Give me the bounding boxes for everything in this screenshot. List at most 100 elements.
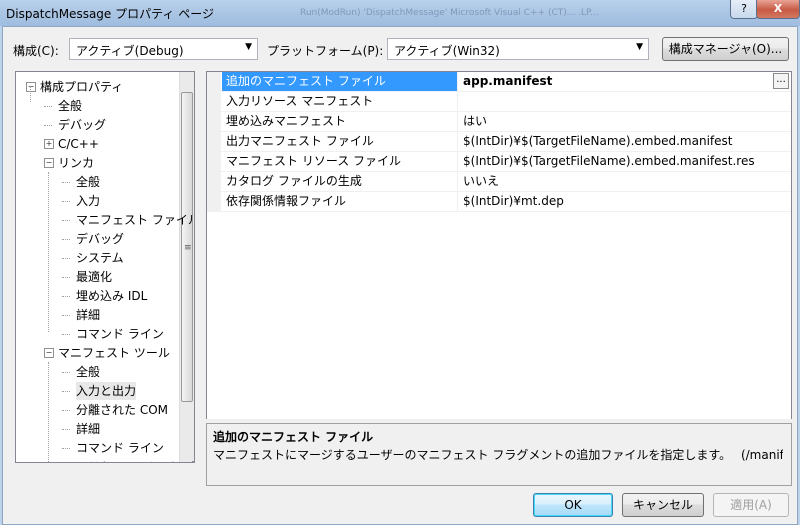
ok-button[interactable]: OK xyxy=(533,493,613,517)
tree-item[interactable]: − マニフェスト ツール xyxy=(16,344,181,362)
property-name[interactable]: 依存関係情報ファイル xyxy=(222,192,458,211)
browse-button[interactable]: ... xyxy=(773,73,789,89)
property-row[interactable]: 追加のマニフェスト ファイル app.manifest... xyxy=(207,72,791,92)
property-value[interactable]: いいえ xyxy=(459,172,769,191)
tree-item-label: 詳細 xyxy=(76,422,101,436)
tree-scrollbar[interactable]: ≡ xyxy=(179,72,194,462)
tree-item[interactable]: 入力 xyxy=(16,192,181,210)
property-value[interactable]: $(IntDir)¥$(TargetFileName).embed.manife… xyxy=(459,132,769,151)
tree-connector xyxy=(62,334,70,335)
tree-connector xyxy=(44,125,52,126)
tree-item[interactable]: − リンカ xyxy=(16,154,181,172)
row-gutter xyxy=(207,152,221,171)
tree-connector xyxy=(62,372,70,373)
property-name[interactable]: マニフェスト リソース ファイル xyxy=(222,152,458,171)
cancel-button[interactable]: キャンセル xyxy=(622,493,704,517)
row-gutter xyxy=(207,72,221,91)
tree-connector xyxy=(48,362,49,462)
property-grid: 追加のマニフェスト ファイル app.manifest... 入力リソース マニフェ… xyxy=(206,71,792,443)
property-row[interactable]: 入力リソース マニフェスト xyxy=(207,92,791,112)
tree-item-label: システム xyxy=(76,251,124,265)
property-dialog: 構成(C): アクティブ(Debug) ▼ プラットフォーム(P): アクティブ… xyxy=(2,26,798,525)
property-name[interactable]: カタログ ファイルの生成 xyxy=(222,172,458,191)
tree-item[interactable]: コマンド ライン xyxy=(16,439,181,457)
tree-item-label: マニフェスト ファイル xyxy=(76,213,195,227)
property-value[interactable]: app.manifest xyxy=(459,72,769,91)
help-button[interactable]: ? xyxy=(730,0,758,19)
tree-item[interactable]: + C/C++ xyxy=(16,135,181,153)
property-row[interactable]: カタログ ファイルの生成 いいえ xyxy=(207,172,791,192)
tree-connector xyxy=(62,315,70,316)
tree-item-label: 入力 xyxy=(76,194,101,208)
property-value[interactable] xyxy=(459,92,769,111)
tree-item-label: リンカ xyxy=(58,156,95,170)
property-name[interactable]: 出力マニフェスト ファイル xyxy=(222,132,458,151)
tree-item[interactable]: 最適化 xyxy=(16,268,181,286)
window-title: DispatchMessage プロパティ ページ xyxy=(6,7,214,21)
tree-item[interactable]: コマンド ライン xyxy=(16,325,181,343)
row-gutter xyxy=(207,192,221,211)
tree-item-label: 全般 xyxy=(76,365,101,379)
tree-item[interactable]: 全般 xyxy=(16,97,181,115)
tree-item[interactable]: マニフェスト ファイル xyxy=(16,211,194,229)
tree-connector xyxy=(62,448,70,449)
tree-connector xyxy=(62,239,70,240)
apply-button[interactable]: 適用(A) xyxy=(713,493,789,517)
property-row[interactable]: 出力マニフェスト ファイル $(IntDir)¥$(TargetFileName)… xyxy=(207,132,791,152)
tree-item[interactable]: 分離された COM xyxy=(16,401,181,419)
property-name[interactable]: 追加のマニフェスト ファイル xyxy=(222,72,458,91)
property-row[interactable]: 埋め込みマニフェスト はい xyxy=(207,112,791,132)
tree-item[interactable]: + XML ドキュメント ジェネレータ xyxy=(16,458,194,463)
tree-item-label: 埋め込み IDL xyxy=(76,289,148,303)
property-name[interactable]: 埋め込みマニフェスト xyxy=(222,112,458,131)
platform-dropdown[interactable]: アクティブ(Win32) ▼ xyxy=(387,38,649,60)
tree-item[interactable]: 全般 xyxy=(16,363,181,381)
tree-connector xyxy=(62,201,70,202)
config-dropdown[interactable]: アクティブ(Debug) ▼ xyxy=(69,38,258,60)
config-manager-button[interactable]: 構成マネージャ(O)... xyxy=(662,37,789,61)
expand-icon[interactable]: + xyxy=(44,139,54,149)
tree-item[interactable]: デバッグ xyxy=(16,116,181,134)
tree-item[interactable]: 詳細 xyxy=(16,420,181,438)
chevron-down-icon: ▼ xyxy=(245,42,252,52)
description-title: 追加のマニフェスト ファイル xyxy=(213,430,374,444)
property-row[interactable]: 依存関係情報ファイル $(IntDir)¥mt.dep xyxy=(207,192,791,212)
close-button[interactable]: X xyxy=(756,0,800,19)
chevron-down-icon: ▼ xyxy=(636,42,643,52)
tree-connector xyxy=(62,391,70,392)
scrollbar-thumb[interactable]: ≡ xyxy=(181,92,193,402)
help-icon: ? xyxy=(741,2,747,15)
tree-item[interactable]: 埋め込み IDL xyxy=(16,287,181,305)
description-pane: 追加のマニフェスト ファイル マニフェストにマージするユーザーのマニフェスト フ… xyxy=(206,423,792,486)
row-gutter xyxy=(207,172,221,191)
tree-item[interactable]: − 構成プロパティ xyxy=(16,78,181,96)
property-value[interactable]: $(IntDir)¥$(TargetFileName).embed.manife… xyxy=(459,152,769,171)
tree-item[interactable]: デバッグ xyxy=(16,230,181,248)
tree-item[interactable]: 全般 xyxy=(16,173,181,191)
property-name[interactable]: 入力リソース マニフェスト xyxy=(222,92,458,111)
tree-item-label: マニフェスト ツール xyxy=(58,346,170,360)
property-value[interactable]: はい xyxy=(459,112,769,131)
collapse-icon[interactable]: − xyxy=(44,348,54,358)
platform-label: プラットフォーム(P): xyxy=(267,44,384,58)
tree-item-label: 入力と出力 xyxy=(76,382,137,400)
tree-connector xyxy=(62,220,70,221)
platform-value: アクティブ(Win32) xyxy=(394,44,500,58)
tree-item-label: 詳細 xyxy=(76,308,101,322)
tree-connector xyxy=(62,429,70,430)
tree-item[interactable]: システム xyxy=(16,249,181,267)
close-icon: X xyxy=(773,2,783,15)
collapse-icon[interactable]: − xyxy=(26,82,36,92)
tree-item-label: 全般 xyxy=(58,99,83,113)
property-value[interactable]: $(IntDir)¥mt.dep xyxy=(459,192,769,211)
tree-item[interactable]: 詳細 xyxy=(16,306,181,324)
row-gutter xyxy=(207,112,221,131)
tree-item[interactable]: 入力と出力 xyxy=(16,382,181,400)
tree-item-label: デバッグ xyxy=(76,232,125,246)
tree-connector xyxy=(62,258,70,259)
expand-icon[interactable]: + xyxy=(44,462,54,463)
tree-item-label: 構成プロパティ xyxy=(40,80,124,94)
property-row[interactable]: マニフェスト リソース ファイル $(IntDir)¥$(TargetFileNa… xyxy=(207,152,791,172)
title-bar: DispatchMessage プロパティ ページ Run(ModRun) 'D… xyxy=(0,0,800,26)
collapse-icon[interactable]: − xyxy=(44,158,54,168)
